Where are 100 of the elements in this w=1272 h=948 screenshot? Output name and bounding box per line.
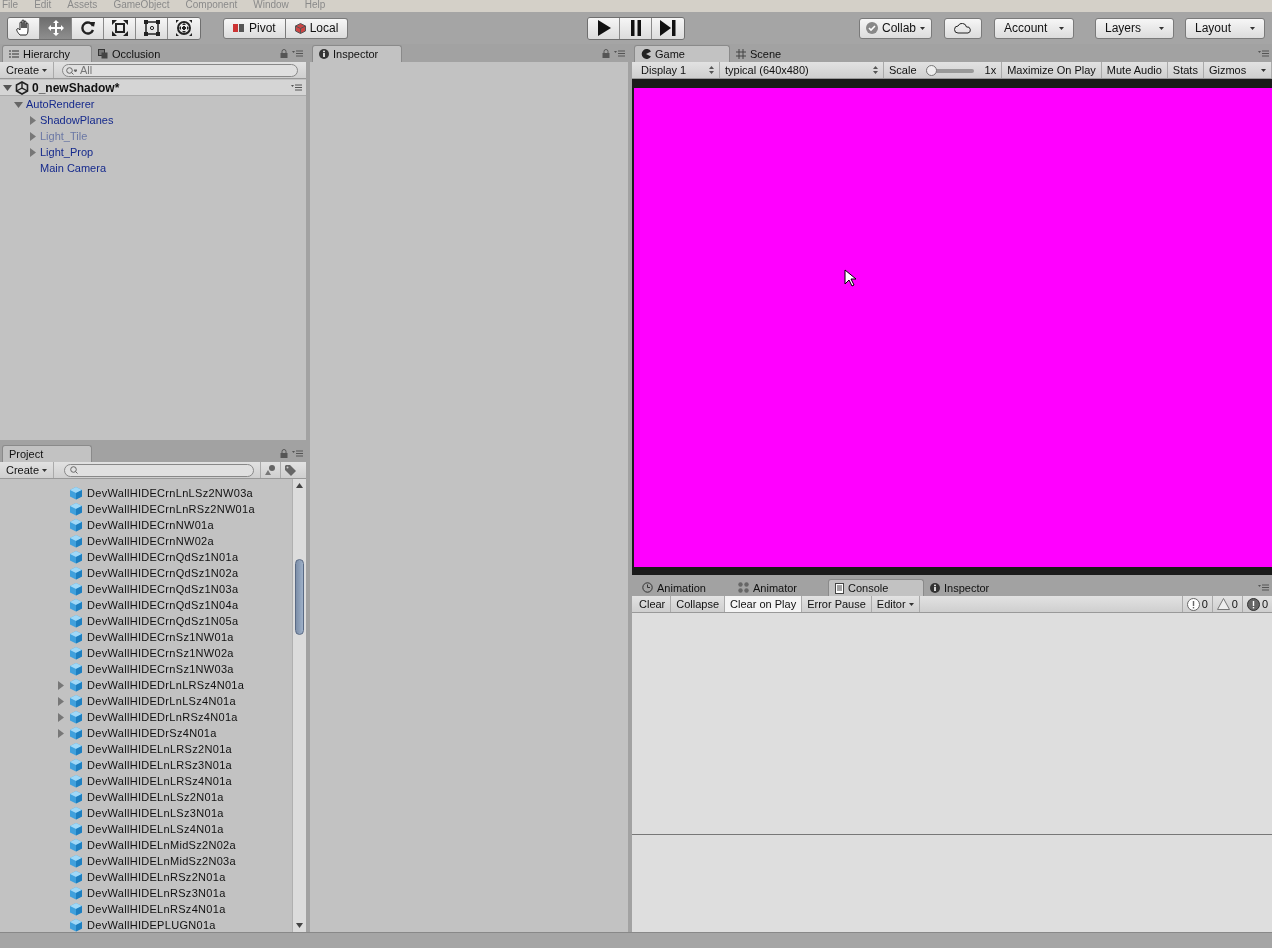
asset-item[interactable]: DevWallHIDECrnLnLSz2NW03a <box>87 487 254 499</box>
tab[interactable]: Animation <box>636 579 732 596</box>
scale-slider[interactable] <box>925 64 974 76</box>
asset-item[interactable]: DevWallHIDEDrLnRSz4N01a <box>87 711 238 723</box>
tree-item[interactable]: Main Camera <box>40 162 107 174</box>
cloud-icon <box>954 22 972 34</box>
tab[interactable]: Inspector <box>924 579 1020 596</box>
scrollbar[interactable] <box>292 479 306 932</box>
layout-dropdown[interactable]: Layout <box>1185 17 1265 39</box>
asset-item[interactable]: DevWallHIDECrnQdSz1N01a <box>87 551 239 563</box>
cursor-icon <box>844 269 856 287</box>
asset-item[interactable]: DevWallHIDELnRSz2N01a <box>87 871 226 883</box>
asset-item[interactable]: DevWallHIDECrnQdSz1N03a <box>87 583 239 595</box>
menu-icon[interactable] <box>291 84 302 91</box>
search-field[interactable]: All <box>62 63 298 77</box>
tool-button[interactable] <box>8 17 40 39</box>
asset-item[interactable]: DevWallHIDEDrLnLRSz4N01a <box>87 679 245 691</box>
expanded-arrow-icon[interactable] <box>3 83 12 92</box>
asset-item[interactable]: DevWallHIDELnMidSz2N03a <box>87 855 236 867</box>
menu-icon[interactable] <box>292 50 303 57</box>
playback-button[interactable] <box>620 17 652 39</box>
expanded-arrow-icon[interactable] <box>14 99 23 109</box>
tree-item[interactable]: Light_Prop <box>40 146 94 158</box>
asset-item[interactable]: DevWallHIDECrnQdSz1N02a <box>87 567 239 579</box>
occlusion-icon <box>98 48 108 59</box>
asset-item[interactable]: DevWallHIDELnLRSz4N01a <box>87 775 232 787</box>
tab[interactable]: Hierarchy <box>2 45 92 62</box>
asset-item[interactable]: DevWallHIDELnRSz3N01a <box>87 887 226 899</box>
scroll-down-icon <box>296 923 303 928</box>
tool-button-group[interactable] <box>7 16 201 40</box>
search-field[interactable] <box>64 463 255 477</box>
cube-icon <box>69 838 83 852</box>
check-icon <box>865 22 878 34</box>
tab[interactable]: Console <box>828 579 924 596</box>
toggle-button[interactable]: Clear on Play <box>725 596 803 612</box>
tab[interactable]: Occlusion <box>92 45 182 62</box>
asset-item[interactable]: DevWallHIDELnLSz3N01a <box>87 807 224 819</box>
cloud-button[interactable] <box>944 17 982 39</box>
display-dropdown[interactable]: Display 1 <box>636 62 720 78</box>
collapsed-arrow-icon[interactable] <box>56 728 65 738</box>
asset-item[interactable]: DevWallHIDECrnSz1NW03a <box>87 663 234 675</box>
asset-item[interactable]: DevWallHIDELnRSz4N01a <box>87 903 226 915</box>
tree-item[interactable]: AutoRenderer <box>26 98 95 110</box>
scene-header[interactable]: 0_newShadow* <box>0 80 306 96</box>
layers-dropdown[interactable]: Layers <box>1095 17 1174 39</box>
local-button[interactable]: Local <box>285 17 349 39</box>
scrollbar-thumb[interactable] <box>295 559 304 635</box>
resolution-dropdown[interactable]: typical (640x480) <box>720 62 884 78</box>
playback-button[interactable] <box>588 17 620 39</box>
toggle-button[interactable]: Error Pause <box>802 596 872 612</box>
asset-item[interactable]: DevWallHIDECrnQdSz1N04a <box>87 599 239 611</box>
asset-item[interactable]: DevWallHIDECrnSz1NW01a <box>87 631 234 643</box>
tool-button[interactable] <box>168 17 200 39</box>
tab[interactable]: Animator <box>732 579 828 596</box>
slider-thumb[interactable] <box>925 64 937 76</box>
tree-item[interactable]: ShadowPlanes <box>40 114 114 126</box>
gizmos-dropdown[interactable]: Gizmos <box>1203 62 1272 78</box>
menu-icon[interactable] <box>1258 50 1269 57</box>
pivot-button[interactable]: Pivot <box>223 17 286 39</box>
asset-item[interactable]: DevWallHIDELnLSz2N01a <box>87 791 224 803</box>
tool-button[interactable] <box>72 17 104 39</box>
collapsed-arrow-icon[interactable] <box>56 696 65 706</box>
collapsed-arrow-icon[interactable] <box>28 115 37 125</box>
play-icon <box>596 20 611 36</box>
toggle-button[interactable]: Mute Audio <box>1101 62 1168 78</box>
asset-item[interactable]: DevWallHIDECrnSz1NW02a <box>87 647 234 659</box>
asset-item[interactable]: DevWallHIDECrnNW02a <box>87 535 214 547</box>
collapsed-arrow-icon[interactable] <box>56 712 65 722</box>
asset-item[interactable]: DevWallHIDECrnNW01a <box>87 519 214 531</box>
collapsed-arrow-icon[interactable] <box>28 147 37 157</box>
toggle-button[interactable]: Maximize On Play <box>1002 62 1102 78</box>
toggle-button[interactable]: Stats <box>1167 62 1204 78</box>
menu-icon[interactable] <box>292 450 303 457</box>
create-dropdown[interactable]: Create <box>0 62 55 78</box>
create-dropdown[interactable]: Create <box>0 462 55 478</box>
tab[interactable]: Inspector <box>312 45 402 62</box>
menu-icon[interactable] <box>1258 584 1269 591</box>
account-dropdown[interactable]: Account <box>994 17 1074 39</box>
collapsed-arrow-icon[interactable] <box>56 680 65 690</box>
asset-item[interactable]: DevWallHIDELnLRSz2N01a <box>87 743 232 755</box>
tab[interactable]: Project <box>2 445 92 462</box>
asset-item[interactable]: DevWallHIDEDrLnLSz4N01a <box>87 695 236 707</box>
menu-icon[interactable] <box>614 50 625 57</box>
asset-item[interactable]: DevWallHIDECrnQdSz1N05a <box>87 615 239 627</box>
tab[interactable]: Game <box>634 45 730 62</box>
playback-button[interactable] <box>652 17 684 39</box>
asset-item[interactable]: DevWallHIDEPLUGN01a <box>87 919 216 931</box>
asset-item[interactable]: DevWallHIDELnMidSz2N02a <box>87 839 236 851</box>
collab-button[interactable]: Collab <box>858 17 932 39</box>
tool-button[interactable] <box>104 17 136 39</box>
editor-dropdown[interactable]: Editor <box>871 596 920 612</box>
tool-button[interactable] <box>136 17 168 39</box>
tab[interactable]: Scene <box>730 45 826 62</box>
asset-item[interactable]: DevWallHIDEDrSz4N01a <box>87 727 217 739</box>
playback-controls[interactable] <box>587 16 685 40</box>
asset-item[interactable]: DevWallHIDELnLSz4N01a <box>87 823 224 835</box>
unity-logo-icon <box>15 80 29 95</box>
asset-item[interactable]: DevWallHIDECrnLnRSz2NW01a <box>87 503 255 515</box>
toggle-button[interactable]: Clear <box>634 596 672 612</box>
asset-item[interactable]: DevWallHIDELnLRSz3N01a <box>87 759 232 771</box>
